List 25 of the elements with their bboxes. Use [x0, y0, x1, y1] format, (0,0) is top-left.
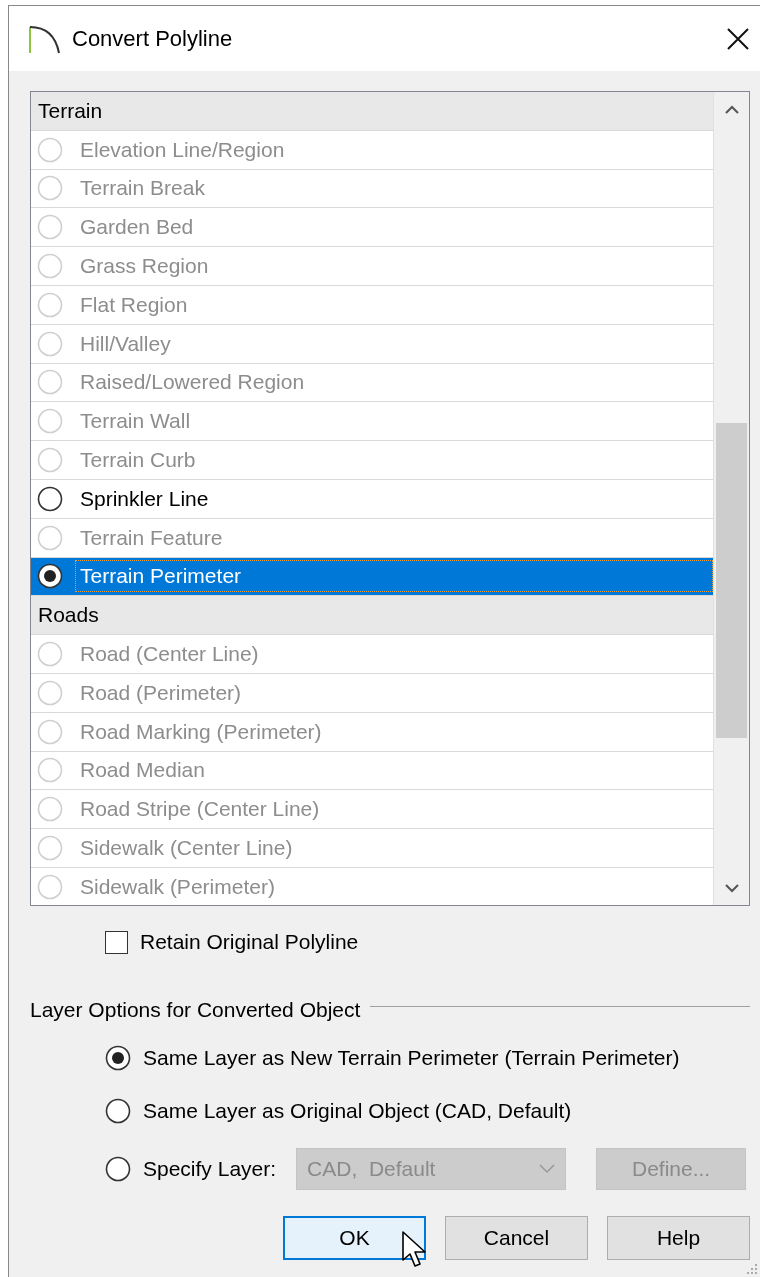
scrollbar-thumb[interactable] [716, 423, 747, 738]
dialog-button[interactable]: Cancel [445, 1216, 589, 1260]
dialog-button[interactable]: Help [607, 1216, 750, 1260]
scrollbar[interactable] [713, 92, 749, 905]
category-header: Roads [31, 596, 713, 636]
scroll-down-icon[interactable] [724, 883, 739, 893]
list-item[interactable]: Terrain Perimeter [31, 557, 713, 597]
radio-label: Same Layer as New Terrain Perimeter (Terrain Perimeter) [143, 1046, 680, 1070]
checkbox-label: Retain Original Polyline [140, 930, 359, 954]
list-item[interactable]: Sprinkler Line [31, 479, 713, 519]
radio-button[interactable] [105, 1156, 131, 1182]
group-title: Layer Options for Converted Object [30, 998, 361, 1022]
window-title: Convert Polyline [72, 25, 234, 52]
resize-grip-icon[interactable] [746, 1263, 758, 1275]
cursor-icon [401, 1230, 429, 1270]
radio-label: Same Layer as Original Object (CAD, Default) [143, 1099, 572, 1123]
radio-button[interactable] [105, 1098, 131, 1124]
radio-button[interactable] [105, 1045, 131, 1071]
radio-button[interactable] [37, 485, 63, 512]
checkbox[interactable] [105, 930, 128, 954]
category-header: Terrain [31, 92, 713, 131]
scroll-up-icon[interactable] [724, 104, 739, 114]
close-icon[interactable] [726, 26, 750, 51]
radio-label: Specify Layer: [143, 1157, 277, 1181]
radio-button[interactable] [37, 563, 63, 590]
